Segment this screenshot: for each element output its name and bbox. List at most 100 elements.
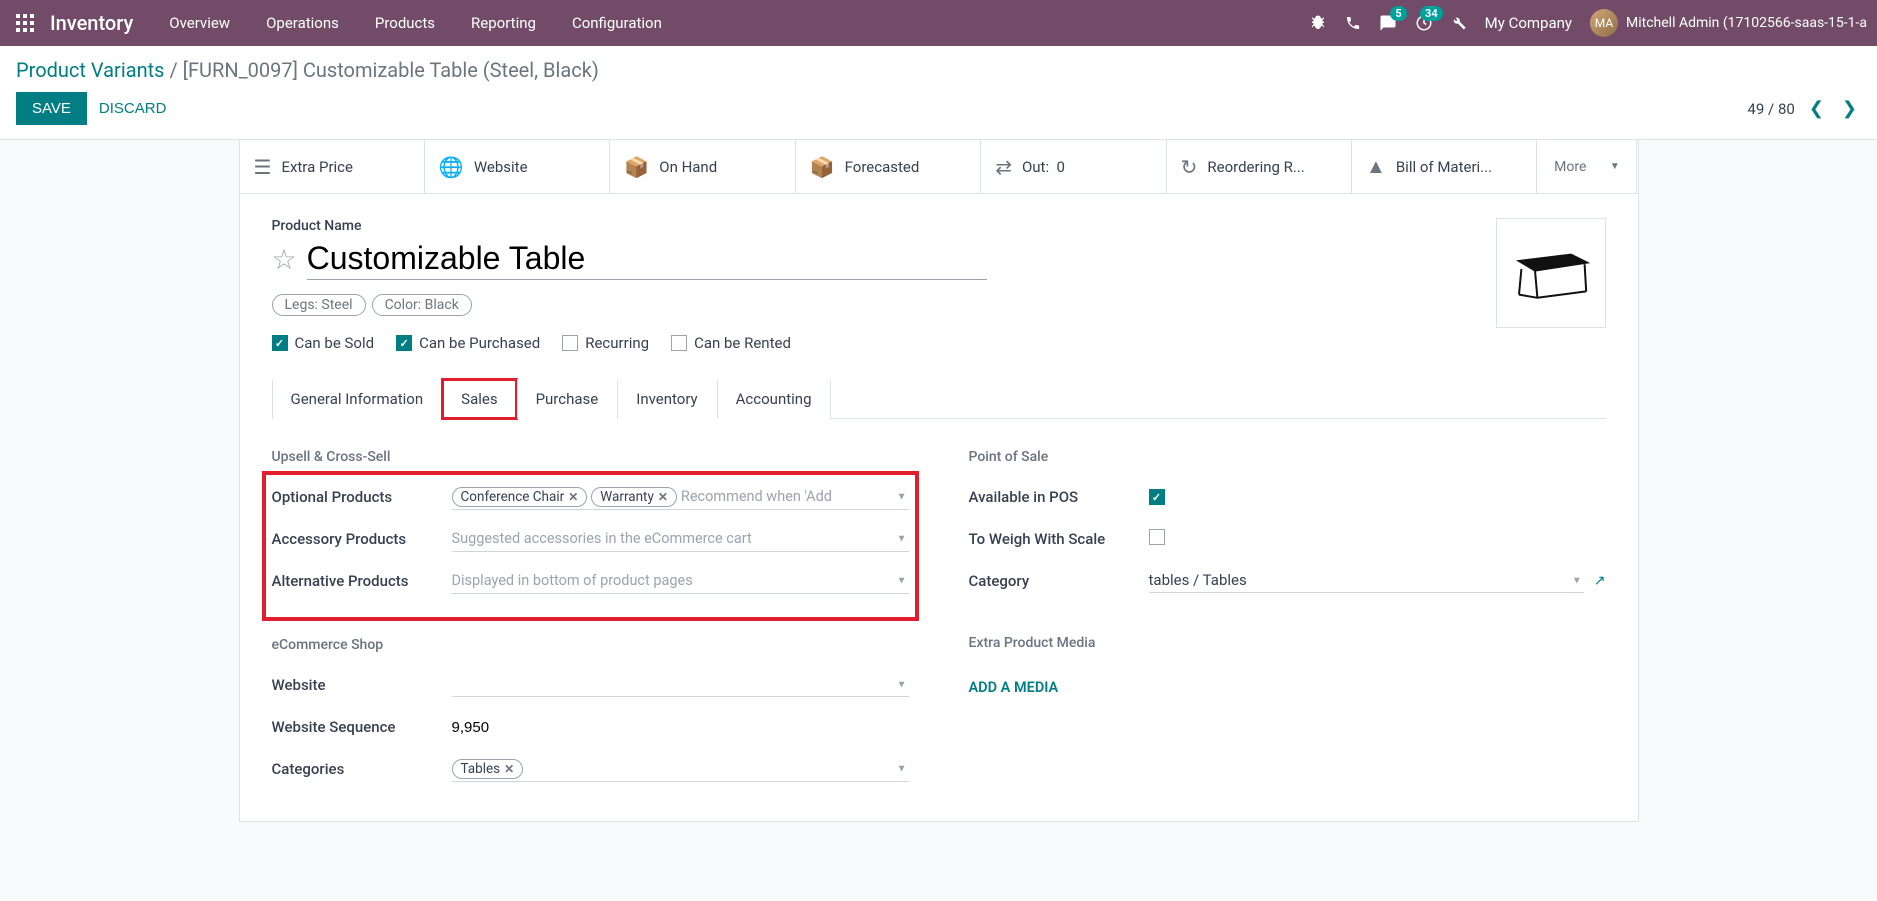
- caret-down-icon: ▼: [897, 763, 907, 774]
- chevron-down-icon: ▼: [1610, 161, 1620, 172]
- can-be-purchased-checkbox[interactable]: Can be Purchased: [396, 334, 540, 352]
- avatar: MA: [1590, 9, 1618, 37]
- can-be-rented-checkbox[interactable]: Can be Rented: [671, 334, 791, 352]
- breadcrumb-root[interactable]: Product Variants: [16, 58, 164, 82]
- website-sequence-label: Website Sequence: [272, 718, 452, 736]
- stat-reordering[interactable]: ↻ Reordering R...: [1167, 140, 1352, 193]
- phone-icon[interactable]: [1345, 15, 1361, 31]
- variant-tag: Legs: Steel: [272, 294, 366, 316]
- stat-forecasted[interactable]: 📦 Forecasted: [796, 140, 981, 193]
- product-image[interactable]: [1496, 218, 1606, 328]
- variant-tag: Color: Black: [372, 294, 472, 316]
- stat-extra-price[interactable]: ☰ Extra Price: [240, 140, 425, 193]
- tag: Conference Chair ✕: [452, 487, 588, 507]
- favorite-star-icon[interactable]: ☆: [272, 243, 297, 276]
- website-sequence-input[interactable]: [452, 719, 909, 736]
- tab-general-information[interactable]: General Information: [272, 379, 443, 419]
- tab-sales[interactable]: Sales: [442, 379, 516, 419]
- tag: Warranty ✕: [591, 487, 677, 507]
- remove-tag-icon[interactable]: ✕: [568, 490, 578, 504]
- caret-down-icon: ▼: [1572, 575, 1582, 586]
- box-open-icon: 📦: [810, 155, 835, 179]
- highlighted-region: Optional Products Conference Chair ✕ War…: [268, 477, 913, 615]
- tag: Tables ✕: [452, 759, 524, 779]
- tools-icon[interactable]: [1451, 15, 1467, 31]
- breadcrumb: Product Variants / [FURN_0097] Customiza…: [16, 58, 1861, 82]
- alternative-products-field[interactable]: Displayed in bottom of product pages ▼: [452, 568, 909, 594]
- menu-reporting[interactable]: Reporting: [455, 6, 552, 40]
- categories-field[interactable]: Tables ✕ ▼: [452, 756, 909, 782]
- activities-icon[interactable]: 34: [1415, 14, 1433, 32]
- pager: 49 / 80 ❮ ❯: [1747, 98, 1861, 119]
- discard-button[interactable]: DISCARD: [99, 100, 167, 117]
- stat-out[interactable]: ⇄ Out: 0: [981, 140, 1166, 193]
- available-pos-checkbox[interactable]: [1149, 489, 1165, 505]
- refresh-icon: ↻: [1181, 155, 1198, 179]
- company-switcher[interactable]: My Company: [1485, 14, 1572, 32]
- pager-prev[interactable]: ❮: [1805, 98, 1828, 119]
- tab-accounting[interactable]: Accounting: [717, 379, 831, 419]
- layers-icon: ▲: [1366, 154, 1386, 179]
- caret-down-icon: ▼: [897, 575, 907, 586]
- weigh-scale-checkbox[interactable]: [1149, 529, 1165, 545]
- menu-operations[interactable]: Operations: [250, 6, 355, 40]
- remove-tag-icon[interactable]: ✕: [658, 490, 668, 504]
- top-navbar: Inventory Overview Operations Products R…: [0, 0, 1877, 46]
- messages-icon[interactable]: 5: [1379, 14, 1397, 32]
- menu-overview[interactable]: Overview: [153, 6, 246, 40]
- upsell-section-title: Upsell & Cross-Sell: [272, 449, 909, 465]
- stat-buttons: ☰ Extra Price 🌐 Website 📦 On Hand 📦 Fore…: [240, 140, 1638, 194]
- tab-purchase[interactable]: Purchase: [517, 379, 618, 419]
- accessory-products-label: Accessory Products: [272, 530, 452, 548]
- website-field[interactable]: ▼: [452, 673, 909, 697]
- menu-products[interactable]: Products: [359, 6, 451, 40]
- menu-configuration[interactable]: Configuration: [556, 6, 678, 40]
- boxes-icon: 📦: [624, 155, 649, 179]
- user-menu[interactable]: MA Mitchell Admin (17102566-saas-15-1-a: [1590, 9, 1867, 37]
- product-name-input[interactable]: [307, 238, 987, 280]
- add-media-button[interactable]: ADD A MEDIA: [969, 679, 1059, 696]
- pager-next[interactable]: ❯: [1838, 98, 1861, 119]
- user-name: Mitchell Admin (17102566-saas-15-1-a: [1626, 15, 1867, 31]
- remove-tag-icon[interactable]: ✕: [504, 762, 514, 776]
- save-button[interactable]: SAVE: [16, 92, 87, 125]
- pos-category-field[interactable]: tables / Tables▼: [1149, 569, 1584, 593]
- stat-bom[interactable]: ▲ Bill of Materi...: [1352, 140, 1537, 193]
- caret-down-icon: ▼: [897, 679, 907, 690]
- tab-inventory[interactable]: Inventory: [617, 379, 716, 419]
- optional-products-field[interactable]: Conference Chair ✕ Warranty ✕ Recommend …: [452, 484, 909, 510]
- control-panel: Product Variants / [FURN_0097] Customiza…: [0, 46, 1877, 140]
- breadcrumb-current: [FURN_0097] Customizable Table (Steel, B…: [183, 58, 599, 82]
- stat-more[interactable]: More ▼: [1537, 140, 1637, 193]
- website-label: Website: [272, 676, 452, 694]
- pos-category-label: Category: [969, 572, 1149, 590]
- globe-icon: 🌐: [439, 155, 464, 179]
- categories-label: Categories: [272, 760, 452, 778]
- alternative-products-label: Alternative Products: [272, 572, 452, 590]
- stat-on-hand[interactable]: 📦 On Hand: [610, 140, 795, 193]
- external-link-icon[interactable]: ↗: [1594, 573, 1606, 589]
- brand[interactable]: Inventory: [50, 11, 133, 35]
- stat-website[interactable]: 🌐 Website: [425, 140, 610, 193]
- form-sheet: ☰ Extra Price 🌐 Website 📦 On Hand 📦 Fore…: [239, 140, 1639, 822]
- list-icon: ☰: [254, 155, 272, 179]
- product-name-label: Product Name: [272, 218, 1496, 234]
- caret-down-icon: ▼: [897, 491, 907, 502]
- apps-icon[interactable]: [10, 8, 40, 38]
- main-menu: Overview Operations Products Reporting C…: [153, 6, 678, 40]
- activities-badge: 34: [1420, 6, 1443, 21]
- can-be-sold-checkbox[interactable]: Can be Sold: [272, 334, 375, 352]
- notebook-tabs: General Information Sales Purchase Inven…: [272, 378, 1606, 419]
- ecommerce-section-title: eCommerce Shop: [272, 637, 909, 653]
- media-section-title: Extra Product Media: [969, 635, 1606, 651]
- messages-badge: 5: [1390, 6, 1406, 21]
- pos-section-title: Point of Sale: [969, 449, 1606, 465]
- optional-products-label: Optional Products: [272, 488, 452, 506]
- recurring-checkbox[interactable]: Recurring: [562, 334, 649, 352]
- caret-down-icon: ▼: [897, 533, 907, 544]
- weigh-scale-label: To Weigh With Scale: [969, 530, 1149, 548]
- transfer-icon: ⇄: [995, 155, 1012, 179]
- debug-icon[interactable]: [1309, 14, 1327, 32]
- accessory-products-field[interactable]: Suggested accessories in the eCommerce c…: [452, 526, 909, 552]
- available-pos-label: Available in POS: [969, 488, 1149, 506]
